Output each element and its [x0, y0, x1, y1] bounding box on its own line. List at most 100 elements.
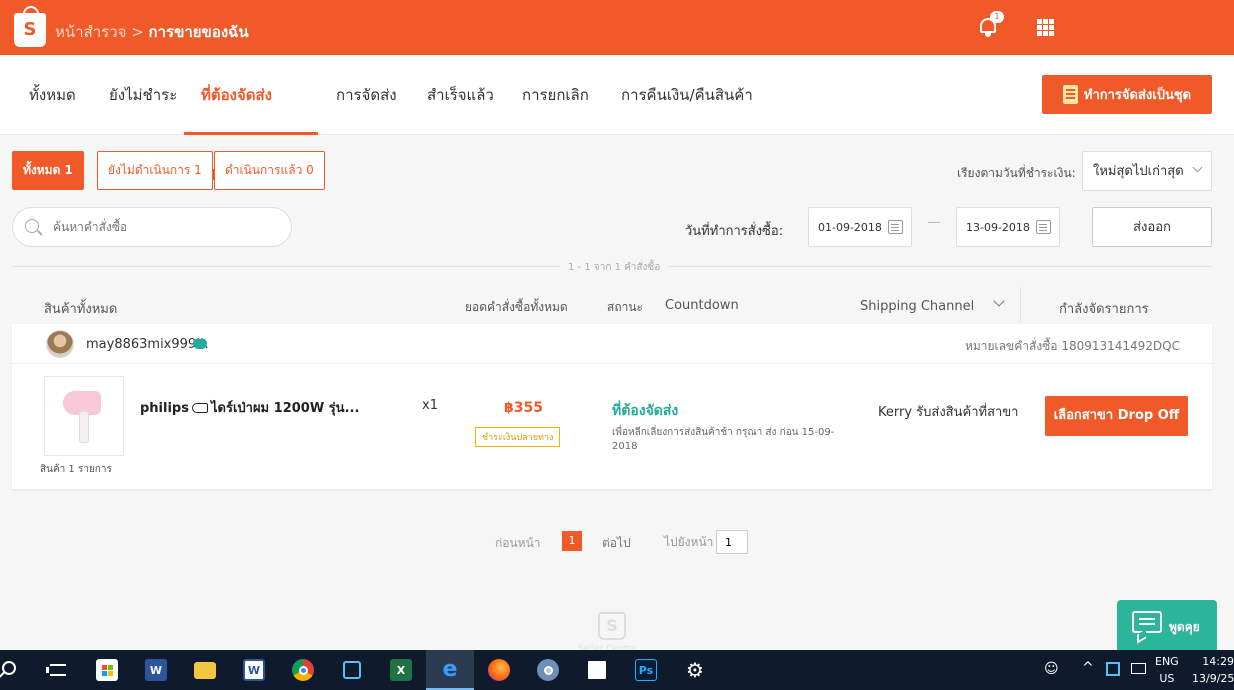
clock-time: 14:29	[1202, 655, 1234, 668]
calendar-icon	[888, 220, 903, 234]
tab-to-ship[interactable]: ที่ต้องจัดส่ง (1)	[184, 55, 318, 184]
word-doc-icon[interactable]: W	[230, 650, 278, 690]
product-image[interactable]	[44, 376, 124, 456]
sort-label: เรียงตามวันที่ชำระเงิน:	[957, 166, 1076, 180]
order-total: ฿355	[504, 400, 543, 416]
product-name[interactable]: philips ไดร์เป่าผม 1200W รุ่น...	[140, 397, 359, 418]
calendar-icon	[1036, 220, 1051, 234]
system-clock[interactable]: 14:29 13/9/2561	[1192, 653, 1234, 687]
filter-processed[interactable]: ดำเนินการแล้ว 0	[214, 151, 325, 190]
tab-unpaid[interactable]: ยังไม่ชำระ	[92, 55, 194, 135]
lang-region: US	[1159, 672, 1175, 685]
column-header-status: สถานะ	[607, 300, 643, 314]
quantity: x1	[422, 398, 438, 413]
pagination-prev[interactable]: ก่อนหน้า	[495, 534, 541, 553]
network-icon[interactable]	[1131, 663, 1146, 674]
product-brand: philips	[140, 401, 189, 416]
sort-select[interactable]: ใหม่สุดไปเก่าสุด	[1082, 151, 1212, 191]
order-tabs: ทั้งหมด ยังไม่ชำระ ที่ต้องจัดส่ง (1) การ…	[0, 55, 1234, 184]
clock-date: 13/9/2561	[1192, 672, 1234, 685]
breadcrumb-current: การขายของฉัน	[148, 23, 249, 41]
snip-tool-icon[interactable]	[328, 650, 376, 690]
chrome-icon[interactable]	[524, 650, 572, 690]
chat-button[interactable]: พูดคุย	[1117, 600, 1217, 650]
column-header-countdown[interactable]: Countdown	[665, 298, 739, 313]
chevron-down-icon[interactable]	[993, 295, 1005, 307]
tab-completed[interactable]: สำเร็จแล้ว	[410, 55, 511, 135]
photoshop-icon[interactable]: Ps	[622, 650, 670, 690]
chat-label: พูดคุย	[1169, 620, 1200, 634]
taskbar-search[interactable]	[0, 650, 30, 690]
column-header-shipping[interactable]: Shipping Channel	[860, 299, 974, 314]
select-dropoff-button[interactable]: เลือกสาขา Drop Off	[1045, 396, 1188, 436]
date-to-field[interactable]: 13-09-2018	[956, 207, 1060, 247]
task-view-icon[interactable]	[34, 650, 82, 690]
order-search	[12, 207, 292, 247]
chrome-icon[interactable]	[279, 650, 327, 690]
cable-icon	[191, 403, 208, 413]
input-language[interactable]: ENG US	[1155, 653, 1179, 687]
items-count: สินค้า 1 รายการ	[40, 464, 112, 475]
snip-tray-icon[interactable]	[1106, 662, 1120, 676]
settings-gear-icon[interactable]: ⚙	[671, 650, 719, 690]
tab-all[interactable]: ทั้งหมด	[12, 55, 93, 135]
export-button[interactable]: ส่งออก	[1092, 207, 1212, 247]
column-header-action: กำลังจัดรายการ	[1059, 302, 1149, 317]
top-header: S หน้าสำรวจ > การขายของฉัน 1	[0, 0, 1234, 55]
order-card-header: may8863mix9995. หมายเลขคำสั่งซื้อ 180913…	[12, 324, 1212, 364]
sort-value: ใหม่สุดไปเก่าสุด	[1093, 164, 1184, 179]
pagination-goto-input[interactable]	[716, 530, 748, 554]
breadcrumb-separator: >	[126, 23, 149, 41]
date-to-value: 13-09-2018	[966, 221, 1030, 234]
lang-code: ENG	[1155, 655, 1179, 668]
buyer-avatar[interactable]	[46, 330, 74, 358]
document-icon	[1062, 85, 1078, 104]
search-icon	[2, 661, 16, 675]
buyer-username[interactable]: may8863mix9995.	[86, 337, 209, 352]
search-input[interactable]	[53, 216, 273, 238]
date-from-field[interactable]: 01-09-2018	[808, 207, 912, 247]
pagination-goto-label: ไปยังหน้า	[664, 535, 714, 549]
footer-logo-icon: S	[598, 612, 626, 640]
word-icon[interactable]: W	[132, 650, 180, 690]
tab-shipping[interactable]: การจัดส่ง	[319, 55, 414, 135]
product-title: ไดร์เป่าผม 1200W รุ่น...	[210, 401, 360, 416]
tab-cancelled[interactable]: การยกเลิก	[505, 55, 606, 135]
excel-icon[interactable]: X	[377, 650, 425, 690]
filter-not-processed[interactable]: ยังไม่ดำเนินการ 1	[97, 151, 213, 190]
order-number: หมายเลขคำสั่งซื้อ 180913141492DQC	[964, 339, 1180, 353]
mass-ship-label: ทำการจัดส่งเป็นชุด	[1083, 88, 1192, 103]
pagination-next[interactable]: ต่อไป	[602, 534, 631, 553]
chevron-up-icon[interactable]: ^	[1082, 660, 1094, 690]
column-header-total: ยอดคำสั่งซื้อทั้งหมด	[465, 300, 568, 314]
breadcrumb-home[interactable]: หน้าสำรวจ	[55, 23, 126, 41]
tab-returns[interactable]: การคืนเงิน/คืนสินค้า	[604, 55, 770, 135]
pagination-current-page[interactable]: 1	[562, 531, 582, 551]
file-explorer-icon[interactable]	[181, 650, 229, 690]
order-status: ที่ต้องจัดส่ง	[612, 403, 679, 419]
search-icon	[25, 219, 39, 233]
people-icon[interactable]: ☺	[1044, 661, 1059, 690]
notification-badge: 1	[990, 11, 1004, 23]
chat-bubble-icon[interactable]	[193, 334, 207, 349]
apps-grid-icon[interactable]	[1037, 19, 1054, 36]
mass-ship-button[interactable]: ทำการจัดส่งเป็นชุด	[1042, 75, 1212, 114]
shopee-logo-icon[interactable]: S	[14, 6, 46, 47]
date-filter-label: วันที่ทำการสั่งซื้อ:	[685, 224, 784, 239]
status-note: เพื่อหลีกเลี่ยงการส่งสินค้าช้า กรุณา ส่ง…	[612, 427, 835, 452]
logo-letter: S	[23, 19, 37, 40]
shipping-channel: Kerry รับส่งสินค้าที่สาขา	[878, 405, 1019, 420]
store-icon[interactable]	[83, 650, 131, 690]
filter-all[interactable]: ทั้งหมด 1	[12, 151, 84, 190]
date-from-value: 01-09-2018	[818, 221, 882, 234]
edge-icon[interactable]: e	[426, 650, 474, 690]
notification-bell-icon[interactable]: 1	[978, 11, 1004, 37]
chevron-down-icon	[1192, 162, 1203, 173]
firefox-icon[interactable]	[475, 650, 523, 690]
order-count-summary: 1 - 1 จาก 1 คำสั่งซื้อ	[560, 260, 669, 275]
column-header-product: สินค้าทั้งหมด	[44, 302, 118, 317]
order-card: may8863mix9995. หมายเลขคำสั่งซื้อ 180913…	[12, 324, 1212, 489]
breadcrumb: หน้าสำรวจ > การขายของฉัน	[55, 20, 249, 44]
windows-taskbar: W W X e Ps ⚙ ☺ ^ ENG US 14:29 13/9/2561	[0, 650, 1234, 690]
sticky-notes-icon[interactable]	[573, 650, 621, 690]
